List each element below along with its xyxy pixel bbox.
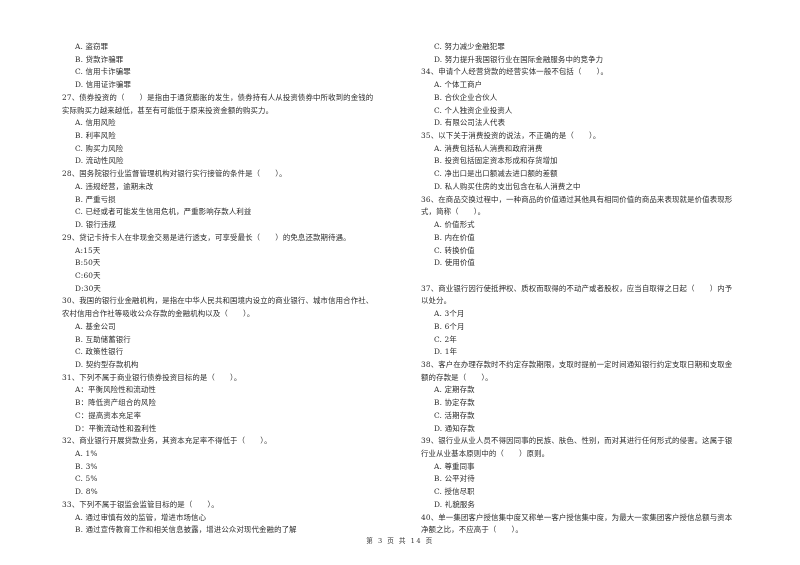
- answer-option: A. 通过审慎有效的监管，增进市场信心: [75, 512, 207, 522]
- answer-option: D. 信用证诈骗罪: [75, 80, 132, 90]
- answer-option: B. 内在价值: [434, 232, 475, 242]
- answer-option: A. 3个月: [434, 309, 465, 319]
- answer-option: D. 8%: [75, 487, 98, 497]
- answer-option: B. 严重亏损: [75, 194, 116, 204]
- answer-option: A. 定期存款: [434, 385, 475, 395]
- question-stem: 34、申请个人经营贷款的经营实体一般不包括（ ）。: [421, 67, 608, 77]
- question-stem: 31、下列不属于商业银行债券投资目标的是（ ）。: [62, 372, 242, 382]
- answer-option: D. 流动性风险: [75, 156, 124, 166]
- answer-option: C. 授信尽职: [434, 487, 475, 497]
- question-stem-continuation: 实际购买力越来越低，甚至有可能低于原来投资金额的购买力。: [62, 105, 274, 115]
- question-stem-continuation: 以处分。: [421, 296, 452, 306]
- answer-option: D. 有限公司法人代表: [434, 118, 506, 128]
- answer-option: D. 努力提升我国银行业在国际金融服务中的竞争力: [434, 54, 604, 64]
- answer-option: B. 贷款诈骗罪: [75, 54, 124, 64]
- answer-option: B. 公平对待: [434, 474, 475, 484]
- answer-option: C. 2年: [434, 334, 457, 344]
- answer-option: A. 信用风险: [75, 118, 116, 128]
- question-stem-continuation: 行业从业基本原则中的（ ）原则。: [421, 449, 550, 458]
- answer-option: D. 使用价值: [434, 258, 475, 268]
- answer-option: B. 互助储蓄银行: [75, 334, 131, 344]
- answer-option: D. 1年: [434, 347, 458, 357]
- answer-option: C. 信用卡诈骗罪: [75, 67, 131, 77]
- answer-option: D. 礼貌服务: [434, 499, 475, 509]
- question-stem: 35、以下关于消费投资的说法，不正确的是（ ）。: [421, 131, 601, 141]
- answer-option: D：平衡流动性和盈利性: [75, 423, 157, 433]
- answer-option: B. 协定存款: [434, 398, 475, 408]
- answer-option: B:50天: [75, 258, 101, 268]
- question-stem: 28、国务院银行业监督管理机构对银行实行接管的条件是（ ）。: [62, 169, 287, 179]
- question-stem: 33、下列不属于银监会监管目标的是（ ）。: [62, 499, 219, 509]
- answer-option: D. 契约型存款机构: [75, 359, 139, 369]
- answer-option: C. 活期存款: [434, 410, 475, 420]
- answer-option: A. 消费包括私人消费和政府消费: [434, 143, 543, 153]
- answer-option: B. 6个月: [434, 321, 465, 331]
- answer-option: C. 净出口是出口额减去进口额的差额: [434, 169, 558, 179]
- question-stem: 36、在商品交换过程中，一种商品的价值通过其他具有相同价值的商品来表现就是价值表…: [421, 194, 733, 204]
- question-stem: 37、商业银行因行使抵押权、质权而取得的不动产或者股权，应当自取得之日起（ ）内…: [421, 283, 733, 293]
- question-stem: 38、客户在办理存款时不约定存款期限，支取时提前一定时间通知银行约定支取日期和支…: [421, 359, 733, 369]
- question-stem: 30、我国的银行业金融机构，是指在中华人民共和国境内设立的商业银行、城市信用合作…: [62, 296, 374, 306]
- question-stem: 39、银行业从业人员不得因同事的民族、肤色、性别，而对其进行任何形式的侵害。这属…: [421, 436, 733, 446]
- question-stem: 27、债券投资的（ ）是指由于通货膨胀的发生，债券持有人从投资债券中所收到的金钱…: [62, 92, 374, 102]
- answer-option: A. 基金公司: [75, 321, 116, 331]
- answer-option: C. 努力减少金融犯罪: [434, 42, 505, 51]
- answer-option: A. 个体工商户: [434, 80, 483, 90]
- answer-option: C. 已经或者可能发生信用危机，严重影响存款人利益: [75, 207, 252, 217]
- answer-option: A. 1%: [75, 449, 98, 458]
- answer-option: C. 政策性银行: [75, 347, 124, 357]
- question-stem: 29、贷记卡持卡人在非现金交易是进行透支，可享受最长（ ）的免息还款期待遇。: [62, 232, 351, 242]
- answer-option: A. 盗窃罪: [75, 42, 109, 51]
- answer-option: B. 3%: [75, 461, 98, 471]
- answer-option: D. 通知存款: [434, 423, 475, 433]
- answer-option: A. 价值形式: [434, 220, 475, 230]
- answer-option: C. 转换价值: [434, 245, 475, 255]
- answer-option: C:60天: [75, 270, 101, 280]
- page-number-footer: 第 3 页 共 14 页: [366, 537, 434, 545]
- document-page: A. 盗窃罪 B. 贷款诈骗罪 C. 信用卡诈骗罪 D. 信用证诈骗罪 27、债券投资的…: [0, 0, 800, 565]
- question-stem-continuation: 农村信用合作社等吸收公众存款的金融机构以及（ ）。: [62, 309, 255, 319]
- answer-option: A:15天: [75, 245, 101, 255]
- answer-option: B. 合伙企业合伙人: [434, 92, 498, 102]
- left-column: A. 盗窃罪 B. 贷款诈骗罪 C. 信用卡诈骗罪 D. 信用证诈骗罪 27、债券投资的…: [62, 41, 402, 537]
- answer-option: A：平衡风险性和流动性: [75, 385, 156, 395]
- answer-option: D:30天: [75, 283, 101, 293]
- question-stem: 32、商业银行开展贷款业务，其资本充足率不得低于（ ）。: [62, 436, 272, 446]
- answer-option: C. 购买力风险: [75, 143, 124, 153]
- question-stem: 40、单一集团客户授信集中度又称单一客户授信集中度，为最大一家集团客户授信总额与…: [421, 512, 733, 522]
- answer-option: A. 违规经营，逾期未改: [75, 181, 154, 191]
- answer-option: C. 5%: [75, 474, 98, 484]
- right-column: C. 努力减少金融犯罪 D. 努力提升我国银行业在国际金融服务中的竞争力 34、申请…: [421, 41, 773, 537]
- question-stem-continuation: 式，简称（ ）。: [421, 207, 486, 217]
- answer-option: A. 尊重同事: [434, 461, 475, 471]
- answer-option: C：提高资本充足率: [75, 410, 142, 420]
- question-stem-continuation: 额的存款是（ ）。: [421, 372, 493, 382]
- answer-option: B. 利率风险: [75, 131, 116, 141]
- answer-option: B. 投资包括固定资本形成和存货增加: [434, 156, 558, 166]
- answer-option: D. 私人购买住房的支出包含在私人消费之中: [434, 181, 581, 191]
- answer-option: D. 银行违规: [75, 220, 116, 230]
- answer-option: B：降低资产组合的风险: [75, 398, 156, 408]
- answer-option: C. 个人独资企业投资人: [434, 105, 513, 115]
